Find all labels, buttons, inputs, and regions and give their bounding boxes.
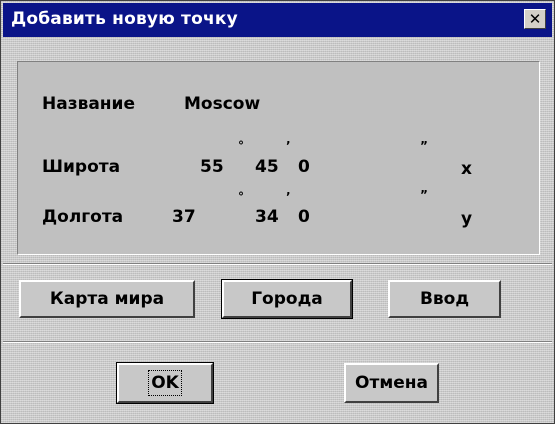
coordinates-panel: Название Moscow Широта 55 ° 45 ’ 0 ” x Д… [17,61,540,255]
ok-button-label: OK [148,370,182,396]
latitude-minutes[interactable]: 45 [255,159,279,176]
latitude-axis-label: x [461,159,472,179]
latitude-degree-mark: ° [238,139,244,153]
longitude-minutes[interactable]: 34 [255,209,279,226]
world-map-button-label: Карта мира [49,289,165,309]
separator-bottom [3,341,552,343]
longitude-seconds[interactable]: 0 [298,209,310,226]
cancel-button-label: Отмена [355,373,428,393]
input-button[interactable]: Ввод [388,280,501,318]
ok-button[interactable]: OK [116,362,214,404]
longitude-minute-mark: ’ [286,190,291,204]
cancel-button[interactable]: Отмена [344,363,439,403]
dialog-title: Добавить новую точку [11,9,238,29]
longitude-degrees[interactable]: 37 [172,209,196,226]
latitude-degrees[interactable]: 55 [200,159,224,176]
add-point-dialog: Добавить новую точку ✕ Название Moscow Ш… [0,0,555,424]
longitude-second-mark: ” [420,188,428,202]
name-value[interactable]: Moscow [184,96,260,113]
longitude-degree-mark: ° [238,190,244,204]
latitude-second-mark: ” [420,139,428,153]
cities-button-label: Города [251,289,323,309]
longitude-axis-label: y [461,209,473,229]
input-button-label: Ввод [419,289,470,309]
latitude-minute-mark: ’ [286,139,291,153]
name-label: Название [42,94,135,114]
separator-top [3,263,552,265]
latitude-seconds[interactable]: 0 [298,159,310,176]
latitude-label: Широта [42,157,121,177]
world-map-button[interactable]: Карта мира [19,280,195,318]
title-bar: Добавить новую точку ✕ [3,3,552,37]
longitude-label: Долгота [42,207,124,227]
close-icon: ✕ [528,9,542,28]
cities-button[interactable]: Города [221,279,353,319]
close-button[interactable]: ✕ [524,9,546,29]
